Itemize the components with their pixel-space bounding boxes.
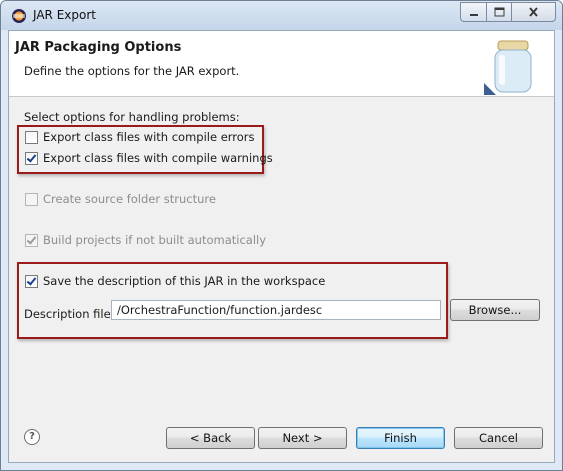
save-description-label: Save the description of this JAR in the … — [43, 274, 326, 288]
source-folder-label: Create source folder structure — [43, 192, 216, 206]
compile-errors-label: Export class files with compile errors — [43, 130, 255, 144]
finish-button[interactable]: Finish — [356, 427, 445, 449]
source-folder-option: Create source folder structure — [25, 191, 216, 207]
back-button[interactable]: < Back — [166, 427, 255, 449]
title-bar[interactable]: JAR Export — [1, 1, 562, 30]
window-title: JAR Export — [33, 8, 96, 22]
window-controls — [460, 2, 556, 22]
description-file-label: Description file: — [24, 307, 115, 321]
next-button[interactable]: Next > — [258, 427, 347, 449]
jar-export-dialog: JAR Export JAR Packaging Options Define … — [0, 0, 563, 471]
close-button[interactable] — [511, 2, 556, 22]
help-icon[interactable]: ? — [24, 429, 40, 445]
build-projects-label: Build projects if not built automaticall… — [43, 233, 267, 247]
build-projects-checkbox — [25, 233, 38, 247]
minimize-button[interactable] — [460, 2, 486, 22]
compile-errors-checkbox[interactable] — [25, 130, 38, 144]
save-description-option[interactable]: Save the description of this JAR in the … — [25, 273, 325, 289]
compile-warnings-checkbox[interactable] — [25, 151, 38, 165]
wizard-banner: JAR Packaging Options Define the options… — [9, 31, 554, 97]
compile-warnings-option[interactable]: Export class files with compile warnings — [25, 150, 273, 166]
build-projects-option: Build projects if not built automaticall… — [25, 232, 266, 248]
maximize-button[interactable] — [486, 2, 511, 22]
minimize-icon — [469, 14, 478, 16]
source-folder-checkbox — [25, 192, 38, 206]
save-description-checkbox[interactable] — [25, 274, 38, 288]
page-description: Define the options for the JAR export. — [24, 64, 240, 78]
cancel-button[interactable]: Cancel — [454, 427, 543, 449]
dialog-client-area: JAR Packaging Options Define the options… — [8, 30, 555, 463]
eclipse-icon — [12, 9, 26, 23]
page-title: JAR Packaging Options — [15, 40, 182, 55]
browse-button[interactable]: Browse... — [450, 299, 540, 321]
problems-section-label: Select options for handling problems: — [24, 110, 240, 124]
compile-warnings-label: Export class files with compile warnings — [43, 151, 273, 165]
maximize-icon — [494, 7, 504, 17]
description-file-input[interactable] — [111, 300, 441, 320]
jar-icon — [484, 40, 532, 95]
compile-errors-option[interactable]: Export class files with compile errors — [25, 129, 255, 145]
close-icon — [529, 7, 538, 17]
